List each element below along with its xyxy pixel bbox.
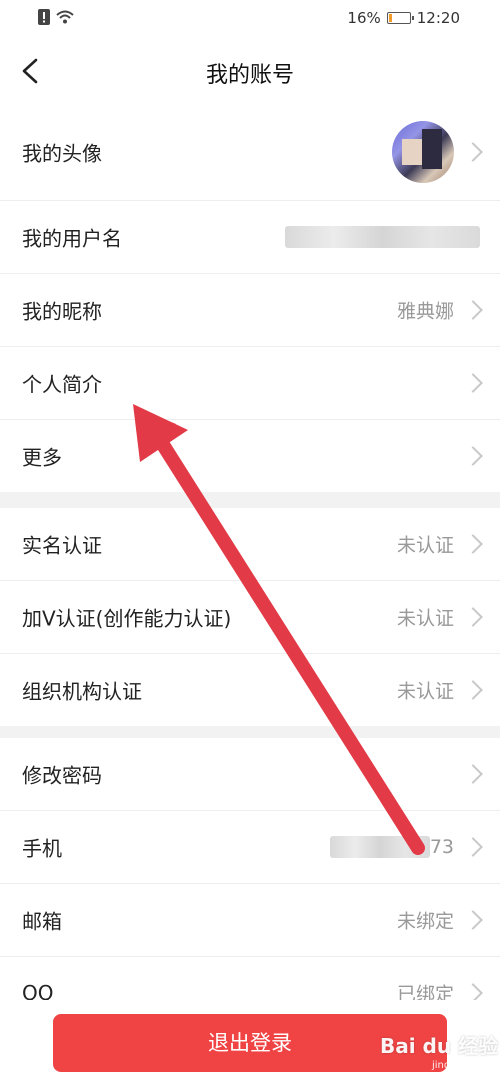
row-label: 修改密码 — [22, 763, 102, 788]
status-left — [38, 9, 74, 25]
blurred-username — [285, 226, 480, 248]
row-value: 未认证 — [396, 680, 454, 703]
chevron-right-icon — [463, 300, 483, 320]
row-label: 手机 — [22, 836, 62, 861]
chevron-right-icon — [463, 142, 483, 162]
row-label: 我的昵称 — [22, 299, 102, 324]
watermark-url: jingyan.baidu.com — [432, 1060, 500, 1071]
profile-section: 我的头像 我的用户名 我的昵称 雅典娜 个人简介 更多 — [0, 104, 500, 492]
row-value: 雅典娜 — [396, 300, 454, 323]
row-value: 未认证 — [396, 607, 454, 630]
row-realname-verify[interactable]: 实名认证 未认证 — [0, 508, 500, 581]
status-bar: 16% 12:20 — [0, 0, 500, 38]
row-v-verify[interactable]: 加V认证(创作能力认证) 未认证 — [0, 581, 500, 654]
sim-alert-icon — [38, 9, 50, 25]
row-label: 更多 — [22, 445, 62, 470]
row-value: 未认证 — [396, 534, 454, 557]
status-right: 16% 12:20 — [347, 9, 460, 27]
nav-bar: 我的账号 — [0, 38, 500, 104]
chevron-right-icon — [463, 373, 483, 393]
chevron-right-icon — [463, 680, 483, 700]
baidu-watermark: Bai du 经验 — [380, 1034, 499, 1058]
row-more[interactable]: 更多 — [0, 420, 500, 492]
row-label: 加V认证(创作能力认证) — [22, 606, 232, 631]
clock: 12:20 — [416, 9, 460, 27]
page-title: 我的账号 — [205, 63, 294, 88]
row-bio[interactable]: 个人简介 — [0, 347, 500, 420]
row-nickname[interactable]: 我的昵称 雅典娜 — [0, 274, 500, 347]
chevron-right-icon — [463, 837, 483, 857]
blurred-phone — [330, 836, 430, 858]
battery-percent: 16% — [347, 9, 381, 27]
row-change-password[interactable]: 修改密码 — [0, 738, 500, 811]
wifi-icon — [56, 10, 74, 24]
row-label: 实名认证 — [22, 533, 102, 558]
avatar[interactable] — [392, 121, 454, 183]
verification-section: 实名认证 未认证 加V认证(创作能力认证) 未认证 组织机构认证 未认证 — [0, 508, 500, 726]
row-value: 未绑定 — [396, 910, 454, 933]
chevron-right-icon — [463, 910, 483, 930]
row-label: 个人简介 — [22, 372, 102, 397]
row-email[interactable]: 邮箱 未绑定 — [0, 884, 500, 957]
security-section: 修改密码 手机 73 邮箱 未绑定 QQ 已绑定 — [0, 738, 500, 1029]
row-label: 我的用户名 — [22, 226, 122, 251]
chevron-right-icon — [463, 534, 483, 554]
chevron-right-icon — [463, 446, 483, 466]
chevron-right-icon — [463, 764, 483, 784]
row-label: 我的头像 — [22, 141, 102, 166]
row-username[interactable]: 我的用户名 — [0, 201, 500, 274]
row-label: 组织机构认证 — [22, 679, 142, 704]
battery-icon — [386, 12, 414, 24]
row-phone[interactable]: 手机 73 — [0, 811, 500, 884]
row-org-verify[interactable]: 组织机构认证 未认证 — [0, 654, 500, 726]
chevron-right-icon — [463, 607, 483, 627]
row-label: 邮箱 — [22, 909, 62, 934]
battery-level — [388, 14, 392, 22]
row-avatar[interactable]: 我的头像 — [0, 104, 500, 201]
row-value: 73 — [429, 836, 454, 858]
